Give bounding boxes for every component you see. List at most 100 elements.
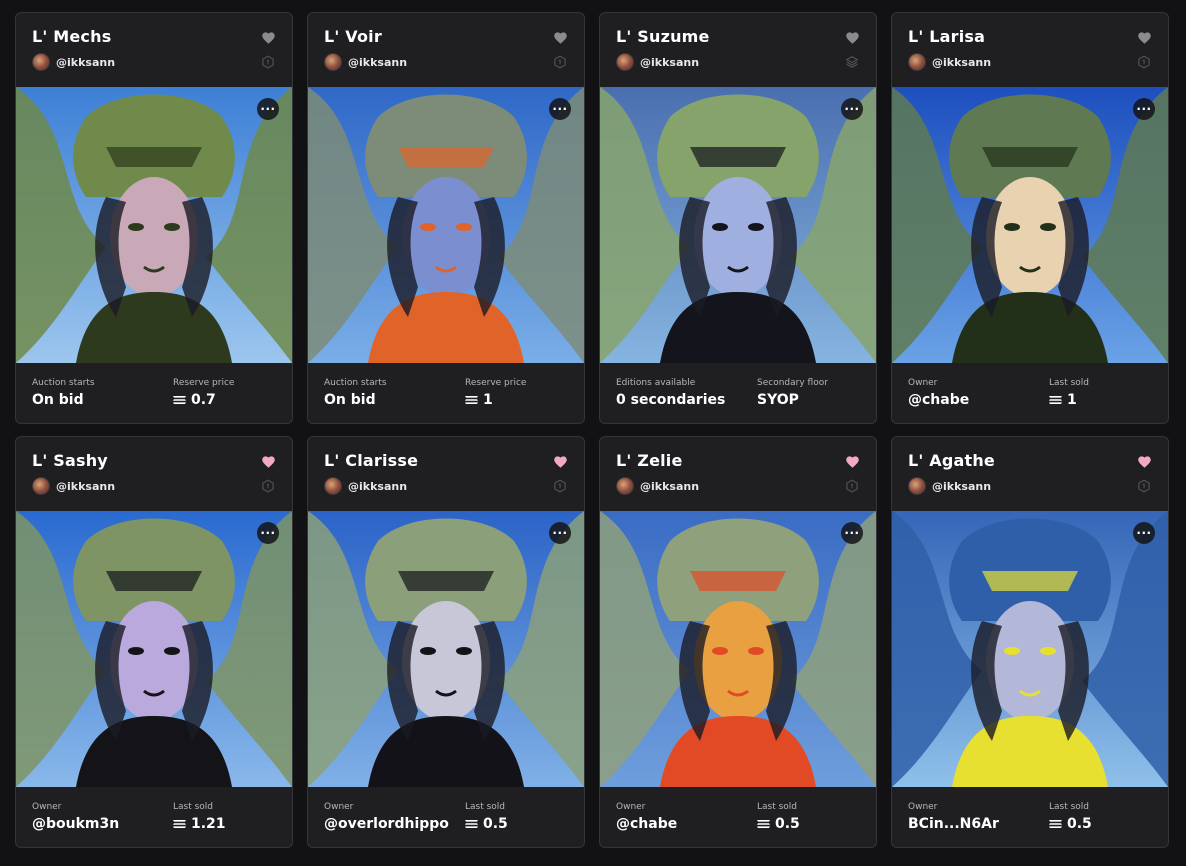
- more-options-button[interactable]: ···: [841, 522, 863, 544]
- stat-label: Secondary floor: [757, 378, 828, 388]
- artwork-title[interactable]: L' Larisa: [908, 27, 985, 46]
- creator-link[interactable]: @ikksann: [32, 53, 115, 71]
- stat-label: Last sold: [1049, 802, 1090, 812]
- avatar: [908, 477, 926, 495]
- more-options-button[interactable]: ···: [1133, 98, 1155, 120]
- heart-icon[interactable]: [1137, 455, 1151, 469]
- artwork-card[interactable]: L' Clarisse @ikksann ··· Owner @overlordhipp…: [307, 436, 585, 848]
- single-edition-icon: [1137, 479, 1151, 493]
- more-options-button[interactable]: ···: [549, 522, 571, 544]
- stat-label: Last sold: [1049, 378, 1090, 388]
- more-options-button[interactable]: ···: [257, 522, 279, 544]
- stat-value-text: On bid: [32, 392, 84, 408]
- single-edition-icon: [1137, 55, 1151, 69]
- stat-label: Owner: [616, 802, 646, 812]
- stat-label: Owner: [324, 802, 354, 812]
- price-text: SYOP: [757, 392, 799, 408]
- artwork-card[interactable]: L' Zelie @ikksann ··· Owner @chabe Last sold 0…: [599, 436, 877, 848]
- creator-handle: @ikksann: [932, 479, 992, 493]
- stat-value-text: @overlordhippo: [324, 816, 449, 832]
- heart-icon[interactable]: [553, 31, 567, 45]
- single-edition-icon: [845, 479, 859, 493]
- artwork-image[interactable]: [16, 511, 292, 787]
- more-options-button[interactable]: ···: [549, 98, 571, 120]
- stat-label: Reserve price: [465, 378, 527, 388]
- artwork-card[interactable]: L' Agathe @ikksann ··· Owner BCin...N6Ar Last…: [891, 436, 1169, 848]
- avatar: [616, 53, 634, 71]
- heart-icon[interactable]: [845, 455, 859, 469]
- more-options-button[interactable]: ···: [841, 98, 863, 120]
- creator-handle: @ikksann: [640, 55, 700, 69]
- artwork-card[interactable]: L' Mechs @ikksann ··· Auction starts On bid R…: [15, 12, 293, 424]
- currency-icon: [173, 819, 186, 829]
- creator-handle: @ikksann: [640, 479, 700, 493]
- creator-link[interactable]: @ikksann: [616, 477, 699, 495]
- creator-link[interactable]: @ikksann: [616, 53, 699, 71]
- artwork-image[interactable]: [600, 87, 876, 363]
- artwork-title[interactable]: L' Agathe: [908, 451, 995, 470]
- avatar: [616, 477, 634, 495]
- artwork-card[interactable]: L' Larisa @ikksann ··· Owner @chabe Last sold…: [891, 12, 1169, 424]
- price-value: 0.5: [757, 816, 800, 832]
- currency-icon: [757, 819, 770, 829]
- price-value: 1.21: [173, 816, 226, 832]
- price-value: SYOP: [757, 392, 799, 408]
- multi-edition-icon: [845, 55, 859, 69]
- artwork-image[interactable]: [308, 511, 584, 787]
- single-edition-icon: [553, 479, 567, 493]
- stat-value: @boukm3n: [32, 816, 119, 832]
- artwork-title[interactable]: L' Mechs: [32, 27, 111, 46]
- creator-link[interactable]: @ikksann: [908, 53, 991, 71]
- artwork-image[interactable]: [16, 87, 292, 363]
- artwork-image[interactable]: [600, 511, 876, 787]
- stat-label: Auction starts: [324, 378, 387, 388]
- artwork-title[interactable]: L' Sashy: [32, 451, 108, 470]
- heart-icon[interactable]: [261, 455, 275, 469]
- price-text: 1: [1067, 392, 1077, 408]
- price-value: 1: [1049, 392, 1077, 408]
- creator-handle: @ikksann: [932, 55, 992, 69]
- heart-icon[interactable]: [261, 31, 275, 45]
- creator-handle: @ikksann: [348, 55, 408, 69]
- price-value: 0.5: [465, 816, 508, 832]
- stat-label: Owner: [908, 802, 938, 812]
- heart-icon[interactable]: [845, 31, 859, 45]
- artwork-card[interactable]: L' Suzume @ikksann ··· Editions available 0 …: [599, 12, 877, 424]
- artwork-image[interactable]: [308, 87, 584, 363]
- single-edition-icon: [261, 479, 275, 493]
- stat-value: @chabe: [616, 816, 677, 832]
- stat-value-text: @boukm3n: [32, 816, 120, 832]
- stat-value: @chabe: [908, 392, 969, 408]
- heart-icon[interactable]: [1137, 31, 1151, 45]
- currency-icon: [1049, 395, 1062, 405]
- heart-icon[interactable]: [553, 455, 567, 469]
- artwork-grid: L' Mechs @ikksann ··· Auction starts On bid R…: [15, 12, 1169, 848]
- price-text: 0.7: [191, 392, 216, 408]
- stat-value-text: 0 secondaries: [616, 392, 726, 408]
- artwork-title[interactable]: L' Zelie: [616, 451, 683, 470]
- price-text: 0.5: [775, 816, 800, 832]
- more-options-button[interactable]: ···: [1133, 522, 1155, 544]
- stat-label: Owner: [908, 378, 938, 388]
- stat-value: On bid: [324, 392, 376, 408]
- artwork-title[interactable]: L' Suzume: [616, 27, 710, 46]
- creator-handle: @ikksann: [348, 479, 408, 493]
- artwork-card[interactable]: L' Sashy @ikksann ··· Owner @boukm3n Last sol…: [15, 436, 293, 848]
- stat-value-text: @chabe: [616, 816, 678, 832]
- creator-link[interactable]: @ikksann: [32, 477, 115, 495]
- creator-link[interactable]: @ikksann: [324, 53, 407, 71]
- currency-icon: [465, 819, 478, 829]
- stat-value: BCin...N6Ar: [908, 816, 999, 832]
- artwork-title[interactable]: L' Clarisse: [324, 451, 418, 470]
- creator-link[interactable]: @ikksann: [908, 477, 991, 495]
- avatar: [32, 477, 50, 495]
- price-text: 0.5: [483, 816, 508, 832]
- price-text: 1: [483, 392, 493, 408]
- artwork-title[interactable]: L' Voir: [324, 27, 382, 46]
- more-options-button[interactable]: ···: [257, 98, 279, 120]
- artwork-image[interactable]: [892, 87, 1168, 363]
- artwork-image[interactable]: [892, 511, 1168, 787]
- stat-value-text: @chabe: [908, 392, 970, 408]
- creator-link[interactable]: @ikksann: [324, 477, 407, 495]
- artwork-card[interactable]: L' Voir @ikksann ··· Auction starts On bid Re…: [307, 12, 585, 424]
